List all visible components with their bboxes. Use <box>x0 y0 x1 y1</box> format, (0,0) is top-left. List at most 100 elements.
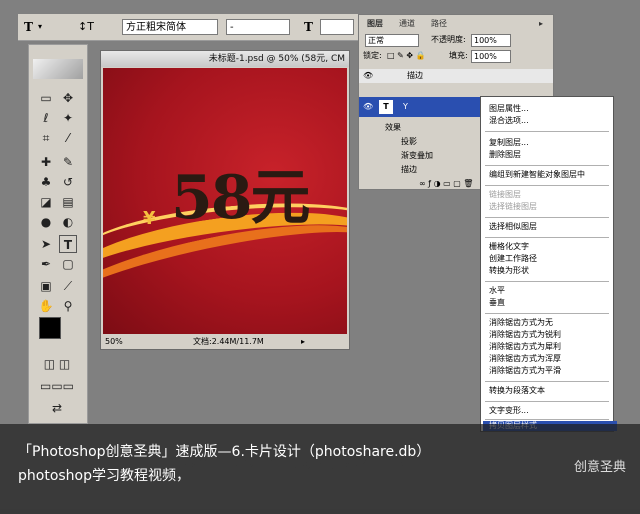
notes-tool-icon[interactable]: ▣ <box>37 277 55 295</box>
font-style-field[interactable]: - <box>226 19 290 35</box>
menu-separator <box>485 165 609 166</box>
layer-row[interactable]: 👁 描边 <box>359 69 553 83</box>
slice-tool-icon[interactable]: ⁄ <box>59 129 77 147</box>
screen-mode-icon[interactable]: ▭▭▭ <box>37 377 77 395</box>
menu-item-delete-layer[interactable]: 删除图层 <box>489 149 613 161</box>
crop-tool-icon[interactable]: ⌗ <box>37 129 55 147</box>
fill-label: 填充: <box>449 51 468 60</box>
currency-symbol: ¥ <box>143 208 156 229</box>
menu-item-antialias-crisp[interactable]: 消除锯齿方式为犀利 <box>489 341 613 353</box>
opacity-field[interactable]: 100% <box>471 34 511 47</box>
menu-item-antialias-sharp[interactable]: 消除锯齿方式为锐利 <box>489 329 613 341</box>
text-layer-thumb-icon: T <box>379 100 393 114</box>
panel-menu-icon[interactable]: ▸ <box>539 17 543 31</box>
quick-mask-icon[interactable]: ◫ ◫ <box>37 355 77 373</box>
menu-item-create-work-path[interactable]: 创建工作路径 <box>489 253 613 265</box>
foreground-color-swatch[interactable] <box>39 317 61 339</box>
hand-tool-icon[interactable]: ✋ <box>37 297 55 315</box>
menu-separator <box>485 401 609 402</box>
type-tool-icon[interactable]: T <box>24 18 33 36</box>
menu-item-antialias-strong[interactable]: 消除锯齿方式为浑厚 <box>489 353 613 365</box>
path-selection-tool-icon[interactable]: ➤ <box>37 235 55 253</box>
menu-item-select-similar-layers[interactable]: 选择相似图层 <box>489 221 613 233</box>
menu-item-select-linked-layers: 选择链接图层 <box>489 202 537 211</box>
status-bar: 50% 文档:2.44M/11.7M ▸ <box>101 335 349 349</box>
font-size-field[interactable] <box>320 19 354 35</box>
lasso-tool-icon[interactable]: ℓ <box>37 109 55 127</box>
brush-tool-icon[interactable]: ✎ <box>59 153 77 171</box>
blend-mode-select[interactable]: 正常 <box>365 34 419 47</box>
blur-tool-icon[interactable]: ● <box>37 213 55 231</box>
price-text: 58元 <box>171 163 310 233</box>
font-family-field[interactable]: 方正粗宋简体 <box>122 19 218 35</box>
menu-separator <box>485 419 609 420</box>
menu-item-convert-to-shape[interactable]: 转换为形状 <box>489 265 613 277</box>
canvas[interactable]: ¥ 58元 <box>103 68 347 334</box>
lock-fill-row: 锁定: □ ✎ ✥ 🔒 填充: 100% <box>359 49 553 63</box>
layer-row-label: 渐变叠加 <box>401 151 433 160</box>
menu-item-group-smart-object[interactable]: 编组到新建智能对象图层中 <box>489 169 613 181</box>
menu-separator <box>485 281 609 282</box>
fill-field[interactable]: 100% <box>471 50 511 63</box>
eraser-tool-icon[interactable]: ◪ <box>37 193 55 211</box>
eyedropper-tool-icon[interactable]: ⟋ <box>59 277 77 295</box>
document-info: 文档:2.44M/11.7M <box>193 337 264 346</box>
type-tool-icon[interactable]: T <box>59 235 77 253</box>
status-arrow-icon[interactable]: ▸ <box>301 335 305 349</box>
watermark: 创意圣典 <box>573 460 626 475</box>
chevron-down-icon[interactable]: ▾ <box>38 18 42 36</box>
menu-separator <box>485 237 609 238</box>
font-size-icon: T <box>304 20 313 34</box>
pen-tool-icon[interactable]: ✒ <box>37 255 55 273</box>
caption-text: 「Photoshop创意圣典」速成版—6.卡片设计（photoshare.db）… <box>18 444 431 484</box>
menu-item-warp-text[interactable]: 文字变形... <box>489 405 613 417</box>
menu-item-blending-options[interactable]: 混合选项... <box>489 115 613 127</box>
feather-logo <box>33 59 83 79</box>
lock-icons[interactable]: □ ✎ ✥ 🔒 <box>387 49 426 63</box>
eye-icon[interactable]: 👁 <box>363 97 373 117</box>
jump-to-imageready-icon[interactable]: ⇄ <box>37 399 77 417</box>
panel-footer-icons[interactable]: ∞ ƒ ◑ ▭ ▢ 🗑 <box>419 177 473 191</box>
toolbox: ▭ ✥ ℓ ✦ ⌗ ⁄ ✚ ✎ ♣ ↺ ◪ ▤ ● ◐ ➤ T ✒ ▢ ▣ ⟋ … <box>28 44 88 424</box>
options-bar: T ▾ ↕T 方正粗宋简体 - T <box>18 14 358 41</box>
text-orientation-icon[interactable]: ↕T <box>78 18 94 36</box>
layer-row-label: 投影 <box>401 137 417 146</box>
eye-icon[interactable]: 👁 <box>363 69 373 83</box>
history-brush-tool-icon[interactable]: ↺ <box>59 173 77 191</box>
lock-label: 锁定: <box>363 51 382 60</box>
layer-row-label: Y <box>403 102 408 111</box>
healing-brush-tool-icon[interactable]: ✚ <box>37 153 55 171</box>
caption-overlay: 图 3-168 拷贝图层样式 「Photoshop创意圣典」速成版—6.卡片设计… <box>0 424 640 514</box>
menu-item-duplicate-layer[interactable]: 复制图层... <box>489 137 613 149</box>
menu-item-antialias-smooth[interactable]: 消除锯齿方式为平滑 <box>489 365 613 377</box>
zoom-level[interactable]: 50% <box>105 335 123 349</box>
layer-row-label: 效果 <box>385 123 401 132</box>
marquee-tool-icon[interactable]: ▭ <box>37 89 55 107</box>
document-window: 未标题-1.psd @ 50% (58元, CM ¥ 58元 50% 文档:2.… <box>100 50 350 350</box>
layer-context-menu: 图层属性... 混合选项... 复制图层... 删除图层 编组到新建智能对象图层… <box>480 96 617 432</box>
layer-row-label: 描边 <box>401 165 417 174</box>
menu-separator <box>485 381 609 382</box>
menu-item-horizontal[interactable]: 水平 <box>489 285 613 297</box>
magic-wand-tool-icon[interactable]: ✦ <box>59 109 77 127</box>
clone-stamp-tool-icon[interactable]: ♣ <box>37 173 55 191</box>
menu-separator <box>485 313 609 314</box>
menu-item-vertical[interactable]: 垂直 <box>489 297 613 309</box>
tab-channels[interactable]: 通道 <box>399 17 415 31</box>
menu-item-rasterize-type[interactable]: 栅格化文字 <box>489 241 613 253</box>
menu-item-convert-to-paragraph[interactable]: 转换为段落文本 <box>489 385 613 397</box>
menu-item-link-layers: 链接图层 <box>489 190 521 199</box>
menu-separator <box>485 185 609 186</box>
zoom-tool-icon[interactable]: ⚲ <box>59 297 77 315</box>
dodge-tool-icon[interactable]: ◐ <box>59 213 77 231</box>
menu-item-layer-properties[interactable]: 图层属性... <box>489 103 613 115</box>
menu-separator <box>485 217 609 218</box>
tab-paths[interactable]: 路径 <box>431 17 447 31</box>
document-title[interactable]: 未标题-1.psd @ 50% (58元, CM <box>101 51 349 67</box>
gradient-tool-icon[interactable]: ▤ <box>59 193 77 211</box>
tab-layers[interactable]: 图层 <box>367 17 383 31</box>
shape-tool-icon[interactable]: ▢ <box>59 255 77 273</box>
menu-item-antialias-none[interactable]: 消除锯齿方式为无 <box>489 317 613 329</box>
layer-row-label: 描边 <box>407 71 423 80</box>
move-tool-icon[interactable]: ✥ <box>59 89 77 107</box>
